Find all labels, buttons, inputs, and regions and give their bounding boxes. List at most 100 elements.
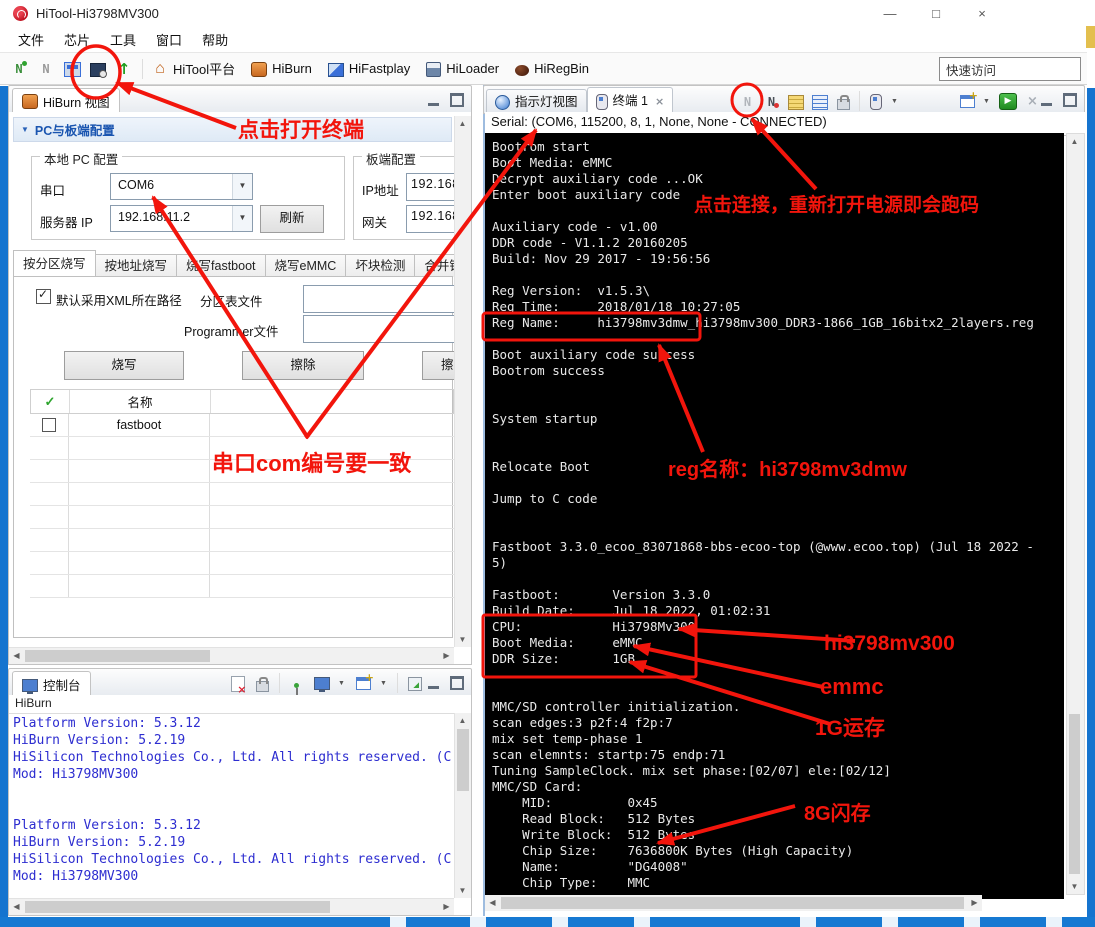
serial-port-select[interactable]: COM6 ▼ (110, 173, 253, 200)
disconnect-icon[interactable]: N (763, 93, 780, 110)
lock-terminal-icon[interactable] (837, 94, 850, 110)
scrollbar-thumb[interactable] (25, 901, 330, 913)
horizontal-scrollbar[interactable]: ◀ ▶ (485, 895, 982, 911)
horizontal-scrollbar[interactable]: ◀ ▶ (9, 898, 454, 915)
toolbar-separator (279, 673, 280, 693)
burn-mode-tab[interactable]: 坏块检测 (346, 254, 416, 277)
minimize-button[interactable]: — (867, 0, 913, 27)
scroll-down-icon[interactable]: ▼ (455, 883, 470, 898)
menu-item[interactable]: 工具 (110, 30, 136, 49)
pin-console-icon[interactable] (294, 682, 299, 695)
name-column-header[interactable]: 名称 (70, 390, 211, 413)
close-tab-icon[interactable]: × (655, 96, 664, 107)
burn-mode-tab[interactable]: 按分区烧写 (13, 250, 96, 277)
collapse-arrow-icon[interactable]: ▼ (21, 125, 29, 134)
chevron-down-icon[interactable]: ▼ (380, 675, 389, 692)
remove-terminal-icon[interactable]: × (1024, 93, 1041, 110)
word-wrap-icon[interactable] (811, 94, 828, 110)
close-button[interactable]: × (959, 0, 1005, 27)
run-icon[interactable]: ▶ (999, 93, 1017, 110)
chevron-down-icon[interactable]: ▼ (232, 206, 252, 231)
connect-icon[interactable]: N (10, 60, 28, 78)
menu-item[interactable]: 窗口 (156, 30, 182, 49)
connect-icon[interactable]: N (739, 93, 756, 110)
menu-item[interactable]: 文件 (18, 30, 44, 49)
app-launcher-button[interactable]: ⌂ HiTool平台 (152, 59, 235, 78)
programmer-file-input[interactable] (303, 315, 461, 343)
minimize-view-icon[interactable] (428, 678, 439, 689)
empty-row (30, 552, 454, 575)
empty-row (30, 483, 454, 506)
quick-access-input[interactable]: 快速访问 (939, 57, 1081, 81)
row-checkbox[interactable] (42, 418, 56, 432)
scrollbar-thumb[interactable] (501, 897, 964, 909)
annotation-com-match: 串口com编号要一致 (212, 451, 412, 476)
chevron-down-icon[interactable]: ▼ (232, 174, 252, 199)
app-launcher-button[interactable]: HiFastplay (327, 61, 410, 77)
open-terminal-icon[interactable] (90, 62, 107, 78)
scrollbar-thumb[interactable] (1069, 714, 1080, 874)
erase-button[interactable]: 擦除 (242, 351, 364, 380)
burn-mode-tab[interactable]: 按地址烧写 (95, 254, 178, 277)
export-log-icon[interactable] (407, 676, 422, 691)
app-launcher-button[interactable]: HiBurn (251, 60, 312, 77)
new-terminal-icon[interactable] (960, 90, 978, 108)
vertical-scrollbar[interactable]: ▲ ▼ (454, 713, 471, 898)
minimize-view-icon[interactable] (1041, 95, 1052, 106)
hiburn-view-tab[interactable]: HiBurn 视图 (12, 88, 120, 114)
open-console-icon[interactable] (356, 672, 374, 690)
scroll-right-icon[interactable]: ▶ (967, 895, 982, 910)
burn-mode-tab[interactable]: 烧写fastboot (177, 254, 266, 277)
scroll-right-icon[interactable]: ▶ (439, 648, 454, 663)
minimize-view-icon[interactable] (428, 95, 439, 106)
scroll-up-icon[interactable]: ▲ (455, 116, 470, 131)
indicator-light-view-tab[interactable]: 指示灯视图 (486, 89, 587, 114)
vertical-scrollbar[interactable]: ▲ ▼ (454, 116, 471, 647)
refresh-button[interactable]: 刷新 (260, 205, 324, 233)
maximize-view-icon[interactable] (1063, 93, 1077, 107)
scroll-lock-icon[interactable] (787, 94, 804, 110)
menu-item[interactable]: 芯片 (64, 30, 90, 49)
gateway-label: 网关 (362, 216, 388, 230)
terminal-tab[interactable]: 终端 1 × (586, 87, 674, 114)
select-all-check-icon[interactable]: ✓ (45, 394, 56, 410)
board-config-icon[interactable] (64, 62, 81, 77)
horizontal-scrollbar[interactable]: ◀ ▶ (9, 647, 454, 664)
scroll-down-icon[interactable]: ▼ (1067, 879, 1082, 894)
scroll-up-icon[interactable]: ▲ (1067, 134, 1082, 149)
chevron-down-icon[interactable]: ▼ (983, 93, 992, 110)
scroll-left-icon[interactable]: ◀ (9, 648, 24, 663)
disconnect-icon[interactable]: N (37, 60, 55, 78)
server-ip-select[interactable]: 192.168.11.2 ▼ (110, 205, 253, 232)
app-launcher-button[interactable]: HiRegBin (515, 61, 589, 76)
vertical-scrollbar[interactable]: ▲ ▼ (1066, 133, 1085, 895)
chevron-down-icon[interactable]: ▼ (891, 93, 900, 110)
maximize-button[interactable]: □ (913, 0, 959, 27)
clear-console-icon[interactable] (230, 675, 247, 695)
console-line: HiSilicon Technologies Co., Ltd. All rig… (13, 852, 452, 867)
burn-mode-tab[interactable]: 烧写eMMC (265, 254, 347, 277)
scrollbar-thumb[interactable] (25, 650, 210, 662)
upload-icon[interactable]: ↑ (115, 60, 133, 78)
menu-item[interactable]: 帮助 (202, 30, 228, 49)
pc-board-config-section[interactable]: ▼ PC与板端配置 (13, 117, 452, 142)
app-launcher-button[interactable]: HiLoader (426, 61, 499, 77)
burn-button[interactable]: 烧写 (64, 351, 184, 380)
scroll-right-icon[interactable]: ▶ (439, 899, 454, 914)
chevron-down-icon[interactable]: ▼ (338, 675, 347, 692)
maximize-view-icon[interactable] (450, 93, 464, 107)
scroll-lock-icon[interactable] (256, 676, 269, 692)
terminal-settings-icon[interactable] (869, 93, 882, 110)
scroll-left-icon[interactable]: ◀ (485, 895, 500, 910)
console-tab[interactable]: 控制台 (12, 671, 91, 697)
xml-path-checkbox[interactable] (36, 287, 51, 304)
scroll-down-icon[interactable]: ▼ (455, 632, 470, 647)
partition-row[interactable]: fastboot (30, 414, 454, 437)
maximize-view-icon[interactable] (450, 676, 464, 690)
scrollbar-thumb[interactable] (457, 729, 469, 791)
scroll-up-icon[interactable]: ▲ (455, 713, 470, 728)
scroll-left-icon[interactable]: ◀ (9, 899, 24, 914)
partition-file-input[interactable] (303, 285, 461, 313)
display-selected-console-icon[interactable] (313, 676, 330, 692)
